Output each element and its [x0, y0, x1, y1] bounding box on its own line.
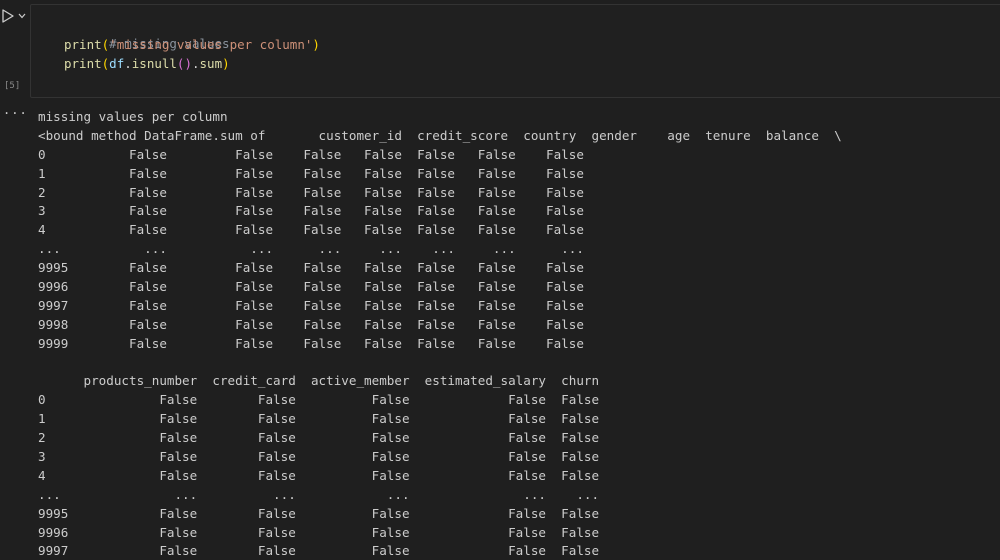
code-func: print — [64, 56, 102, 71]
code-call: () — [176, 56, 192, 71]
code-paren: ) — [222, 56, 230, 71]
output-line: missing values per column — [38, 109, 228, 124]
code-paren: ) — [312, 37, 320, 52]
output-line: 4 False False False False False — [38, 467, 615, 483]
chevron-down-icon — [18, 13, 26, 19]
code-method: isnull — [131, 56, 177, 71]
output-line: 1 False False False False False — [38, 411, 615, 427]
output-line: 0 False False False False False — [38, 392, 615, 408]
output-line: 9996 False False False False False — [38, 524, 615, 540]
code-dot: . — [191, 56, 200, 71]
output-actions-menu[interactable]: ... — [3, 103, 28, 117]
code-dot: . — [124, 56, 132, 71]
output-line: 4 False False False False False False Fa… — [38, 222, 600, 238]
output-line: 2 False False False False False — [38, 430, 615, 446]
output-line: ... ... ... ... ... ... — [38, 486, 615, 502]
output-line: 9997 False False False False False — [38, 543, 615, 559]
output-line: 9996 False False False False False False… — [38, 279, 600, 295]
code-attr: sum — [199, 56, 223, 71]
output-line: 0 False False False False False False Fa… — [38, 146, 600, 162]
code-func: print — [64, 37, 102, 52]
run-cell-button[interactable] — [0, 8, 16, 24]
code-line-2: print('missing values per column') — [64, 36, 320, 54]
output-line: <bound method DataFrame.sum of customer_… — [38, 127, 842, 143]
output-line: ... ... ... ... ... ... ... ... — [38, 241, 600, 257]
code-var: df — [109, 56, 125, 71]
output-line: products_number credit_card active_membe… — [38, 373, 615, 389]
cell-output: missing values per column <bound method D… — [38, 108, 842, 560]
output-line: 9997 False False False False False False… — [38, 297, 600, 313]
output-line: 9999 False False False False False False… — [38, 335, 600, 351]
code-cell-editor[interactable]: # missing values print('missing values p… — [30, 4, 1000, 98]
notebook-view: [5] ... # missing values print('missing … — [0, 0, 1000, 560]
output-line: 9998 False False False False False False… — [38, 316, 600, 332]
code-string: 'missing values per column' — [109, 37, 313, 52]
output-line: 2 False False False False False False Fa… — [38, 184, 600, 200]
output-line: 9995 False False False False False False… — [38, 260, 600, 276]
output-line: 9995 False False False False False — [38, 505, 615, 521]
run-options-dropdown[interactable] — [16, 10, 28, 22]
execution-count: [5] — [4, 81, 21, 91]
output-line: 3 False False False False False False Fa… — [38, 203, 600, 219]
output-line: 1 False False False False False False Fa… — [38, 165, 600, 181]
run-icon — [2, 9, 14, 23]
code-line-3: print(df.isnull().sum) — [64, 55, 230, 73]
output-line: 3 False False False False False — [38, 449, 615, 465]
